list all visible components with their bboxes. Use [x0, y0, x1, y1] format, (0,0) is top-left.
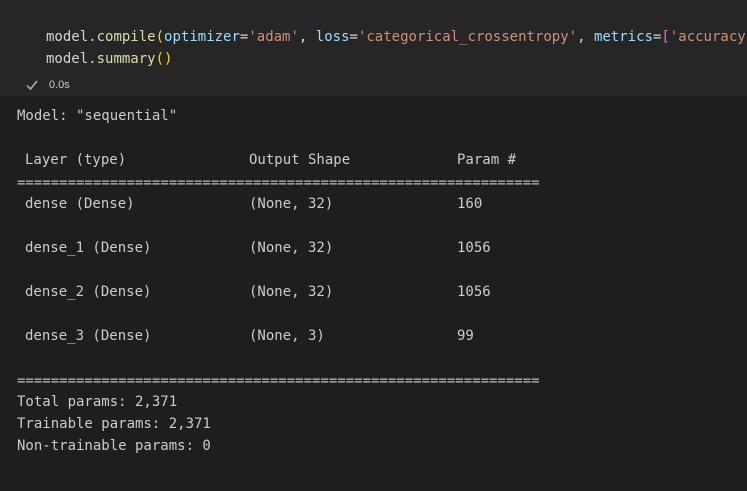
code-token: model: [46, 29, 89, 45]
code-token: compile: [96, 29, 156, 45]
row-layer: dense_2 (Dense): [25, 284, 152, 300]
code-token: ,: [577, 29, 594, 45]
code-token: optimizer: [164, 29, 240, 45]
code-token: [: [661, 29, 670, 45]
code-line-compile[interactable]: model.compile(optimizer='adam', loss='ca…: [46, 27, 747, 47]
check-icon: [25, 78, 39, 92]
code-token: .: [88, 51, 97, 67]
trainable-params: Trainable params: 2,371: [17, 416, 211, 432]
model-name-line: Model: "sequential": [17, 108, 178, 124]
code-token: (: [155, 29, 165, 45]
eq-rule: ========================================…: [17, 176, 539, 190]
row-params: 1056: [457, 240, 491, 256]
code-token: loss: [315, 29, 350, 45]
eq-rule: ========================================…: [17, 374, 539, 388]
code-token: summary: [96, 51, 156, 67]
dash-rule: ________________________________________…: [17, 134, 539, 148]
code-token: model: [46, 51, 89, 67]
code-token: metrics: [593, 29, 653, 45]
code-token: 'accuracy': [669, 29, 747, 45]
header-layer: Layer (type): [25, 152, 127, 168]
row-params: 160: [457, 196, 483, 212]
row-shape: (None, 3): [249, 328, 325, 344]
code-token: 'categorical_crossentropy': [357, 29, 578, 45]
non-trainable-params: Non-trainable params: 0: [17, 438, 211, 454]
header-param-count: Param #: [457, 152, 517, 168]
notebook-view: model.compile(optimizer='adam', loss='ca…: [0, 0, 747, 491]
execution-time: 0.0s: [49, 79, 70, 91]
header-output-shape: Output Shape: [249, 152, 351, 168]
row-layer: dense_1 (Dense): [25, 240, 152, 256]
row-layer: dense_3 (Dense): [25, 328, 152, 344]
dash-rule: ________________________________________…: [17, 464, 539, 478]
row-shape: (None, 32): [249, 240, 334, 256]
code-token: ,: [298, 29, 316, 45]
code-token: 'adam': [248, 29, 299, 45]
total-params: Total params: 2,371: [17, 394, 178, 410]
row-shape: (None, 32): [249, 284, 334, 300]
code-line-summary[interactable]: model.summary(): [46, 49, 172, 69]
code-token: (): [155, 51, 173, 67]
cell-status: 0.0s: [25, 76, 70, 94]
row-params: 1056: [457, 284, 491, 300]
code-token: .: [88, 29, 97, 45]
row-params: 99: [457, 328, 474, 344]
row-layer: dense (Dense): [25, 196, 135, 212]
row-shape: (None, 32): [249, 196, 334, 212]
code-token: =: [349, 29, 358, 45]
code-cell[interactable]: model.compile(optimizer='adam', loss='ca…: [0, 0, 747, 96]
